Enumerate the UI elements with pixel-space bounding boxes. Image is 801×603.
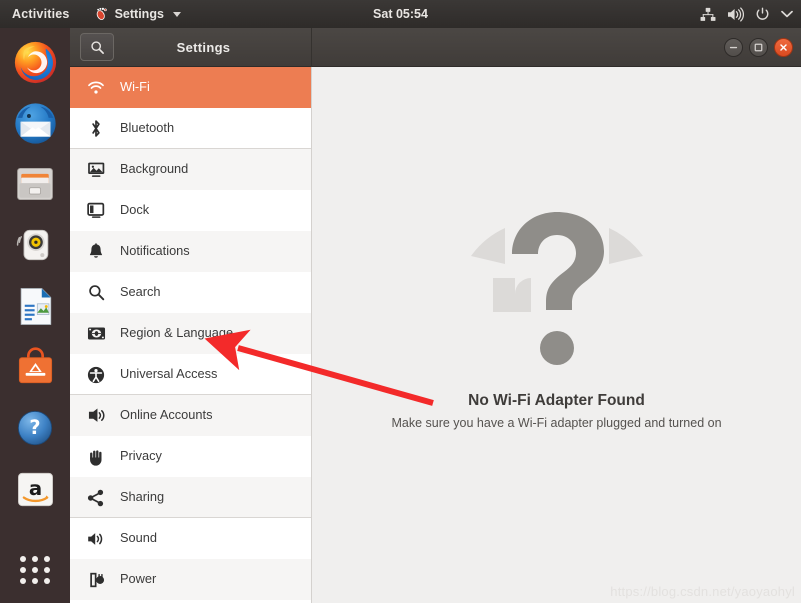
bell-icon	[86, 242, 106, 262]
sidebar-item-dock[interactable]: Dock	[70, 190, 311, 231]
power-icon[interactable]	[755, 7, 770, 22]
sidebar-item-search[interactable]: Search	[70, 272, 311, 313]
background-icon	[86, 160, 106, 180]
bluetooth-icon	[86, 119, 106, 139]
dock-item-rhythmbox[interactable]	[9, 219, 61, 271]
sound-icon	[86, 529, 106, 549]
ubuntu-settings-icon	[94, 7, 109, 22]
dock-item-thunderbird[interactable]	[9, 97, 61, 149]
ubuntu-dock[interactable]: ? a	[0, 28, 70, 603]
sidebar-item-wifi[interactable]: Wi-Fi	[70, 67, 311, 108]
chevron-down-icon[interactable]	[781, 10, 793, 18]
sidebar-item-label: Online Accounts	[120, 407, 213, 423]
sidebar-item-power[interactable]: Power	[70, 559, 311, 600]
close-button[interactable]	[774, 37, 793, 57]
grid-dot	[44, 556, 50, 563]
wifi-icon	[86, 78, 106, 98]
show-applications-button[interactable]	[9, 545, 61, 595]
app-menu-button[interactable]: Settings	[94, 7, 181, 22]
window-body: Wi-Fi Bluetooth Background Dock Notifica…	[70, 67, 801, 603]
sidebar-item-bluetooth[interactable]: Bluetooth	[70, 108, 311, 149]
dock-item-ubuntu-software[interactable]	[9, 341, 61, 393]
chevron-down-icon	[172, 11, 181, 17]
grid-dot	[32, 577, 38, 584]
power-plug-icon	[86, 570, 106, 590]
search-icon	[90, 40, 105, 55]
dock-item-amazon[interactable]: a	[9, 463, 61, 515]
sidebar-item-privacy[interactable]: Privacy	[70, 436, 311, 477]
settings-window: Settings Wi-Fi Bluetooth Background Dock…	[70, 28, 801, 603]
window-controls	[312, 28, 801, 67]
dock-item-libreoffice-impress[interactable]	[9, 280, 61, 332]
sidebar-item-label: Universal Access	[120, 366, 218, 382]
window-title: Settings	[176, 39, 231, 55]
grid-dot	[44, 566, 50, 573]
dock-item-files[interactable]	[9, 158, 61, 210]
sidebar-item-label: Wi-Fi	[120, 79, 150, 95]
sidebar-item-label: Sound	[120, 530, 158, 546]
grid-dot	[20, 556, 26, 563]
sidebar-item-label: Region & Language	[120, 325, 234, 341]
accessibility-icon	[86, 365, 106, 385]
sidebar-item-label: Privacy	[120, 448, 162, 464]
minimize-button[interactable]	[724, 37, 743, 57]
grid-dot	[32, 556, 38, 563]
watermark: https://blog.csdn.net/yaoyaohyl	[610, 584, 795, 599]
titlebar-left-pane: Settings	[70, 28, 312, 67]
sidebar-item-label: Bluetooth	[120, 120, 175, 136]
sidebar-item-label: Sharing	[120, 489, 165, 505]
sidebar-item-label: Dock	[120, 202, 150, 218]
search-icon	[86, 283, 106, 303]
svg-text:?: ?	[29, 416, 40, 439]
network-icon[interactable]	[700, 7, 716, 22]
volume-icon[interactable]	[727, 6, 744, 22]
window-titlebar: Settings	[70, 28, 801, 67]
sidebar-item-notifications[interactable]: Notifications	[70, 231, 311, 272]
dock-icon	[86, 201, 106, 221]
sidebar-item-online-accounts[interactable]: Online Accounts	[70, 395, 311, 436]
sharing-icon	[86, 488, 106, 508]
desktop-screen: Activities Settings Sat 05:54 ? a Settin…	[0, 0, 801, 603]
sidebar-item-label: Background	[120, 161, 189, 177]
no-wifi-adapter-question-mark-icon	[457, 186, 657, 386]
privacy-hand-icon	[86, 447, 106, 467]
grid-dot	[44, 577, 50, 584]
sidebar-item-label: Search	[120, 284, 161, 300]
activities-button[interactable]: Activities	[12, 7, 70, 21]
svg-text:a: a	[28, 476, 41, 499]
sidebar-item-background[interactable]: Background	[70, 149, 311, 190]
wifi-panel-content: No Wi-Fi Adapter Found Make sure you hav…	[312, 67, 801, 603]
empty-state-title: No Wi-Fi Adapter Found	[468, 392, 645, 409]
maximize-button[interactable]	[749, 37, 768, 57]
sidebar-item-region-language[interactable]: Region & Language	[70, 313, 311, 354]
sidebar-item-sound[interactable]: Sound	[70, 518, 311, 559]
online-accounts-icon	[86, 406, 106, 426]
grid-dot	[20, 577, 26, 584]
region-language-icon	[86, 324, 106, 344]
sidebar-item-label: Notifications	[120, 243, 190, 259]
dock-item-firefox[interactable]	[9, 36, 61, 88]
empty-state-subtitle: Make sure you have a Wi-Fi adapter plugg…	[391, 416, 722, 430]
grid-dot	[20, 566, 26, 573]
sidebar-item-sharing[interactable]: Sharing	[70, 477, 311, 518]
gnome-top-bar: Activities Settings Sat 05:54	[0, 0, 801, 28]
grid-dot	[32, 566, 38, 573]
system-indicators[interactable]	[700, 6, 793, 22]
sidebar-item-label: Power	[120, 571, 157, 587]
sidebar-item-universal-access[interactable]: Universal Access	[70, 354, 311, 395]
app-menu-label: Settings	[114, 7, 164, 21]
settings-sidebar[interactable]: Wi-Fi Bluetooth Background Dock Notifica…	[70, 67, 312, 603]
search-button[interactable]	[80, 33, 114, 61]
dock-item-help[interactable]: ?	[9, 402, 61, 454]
